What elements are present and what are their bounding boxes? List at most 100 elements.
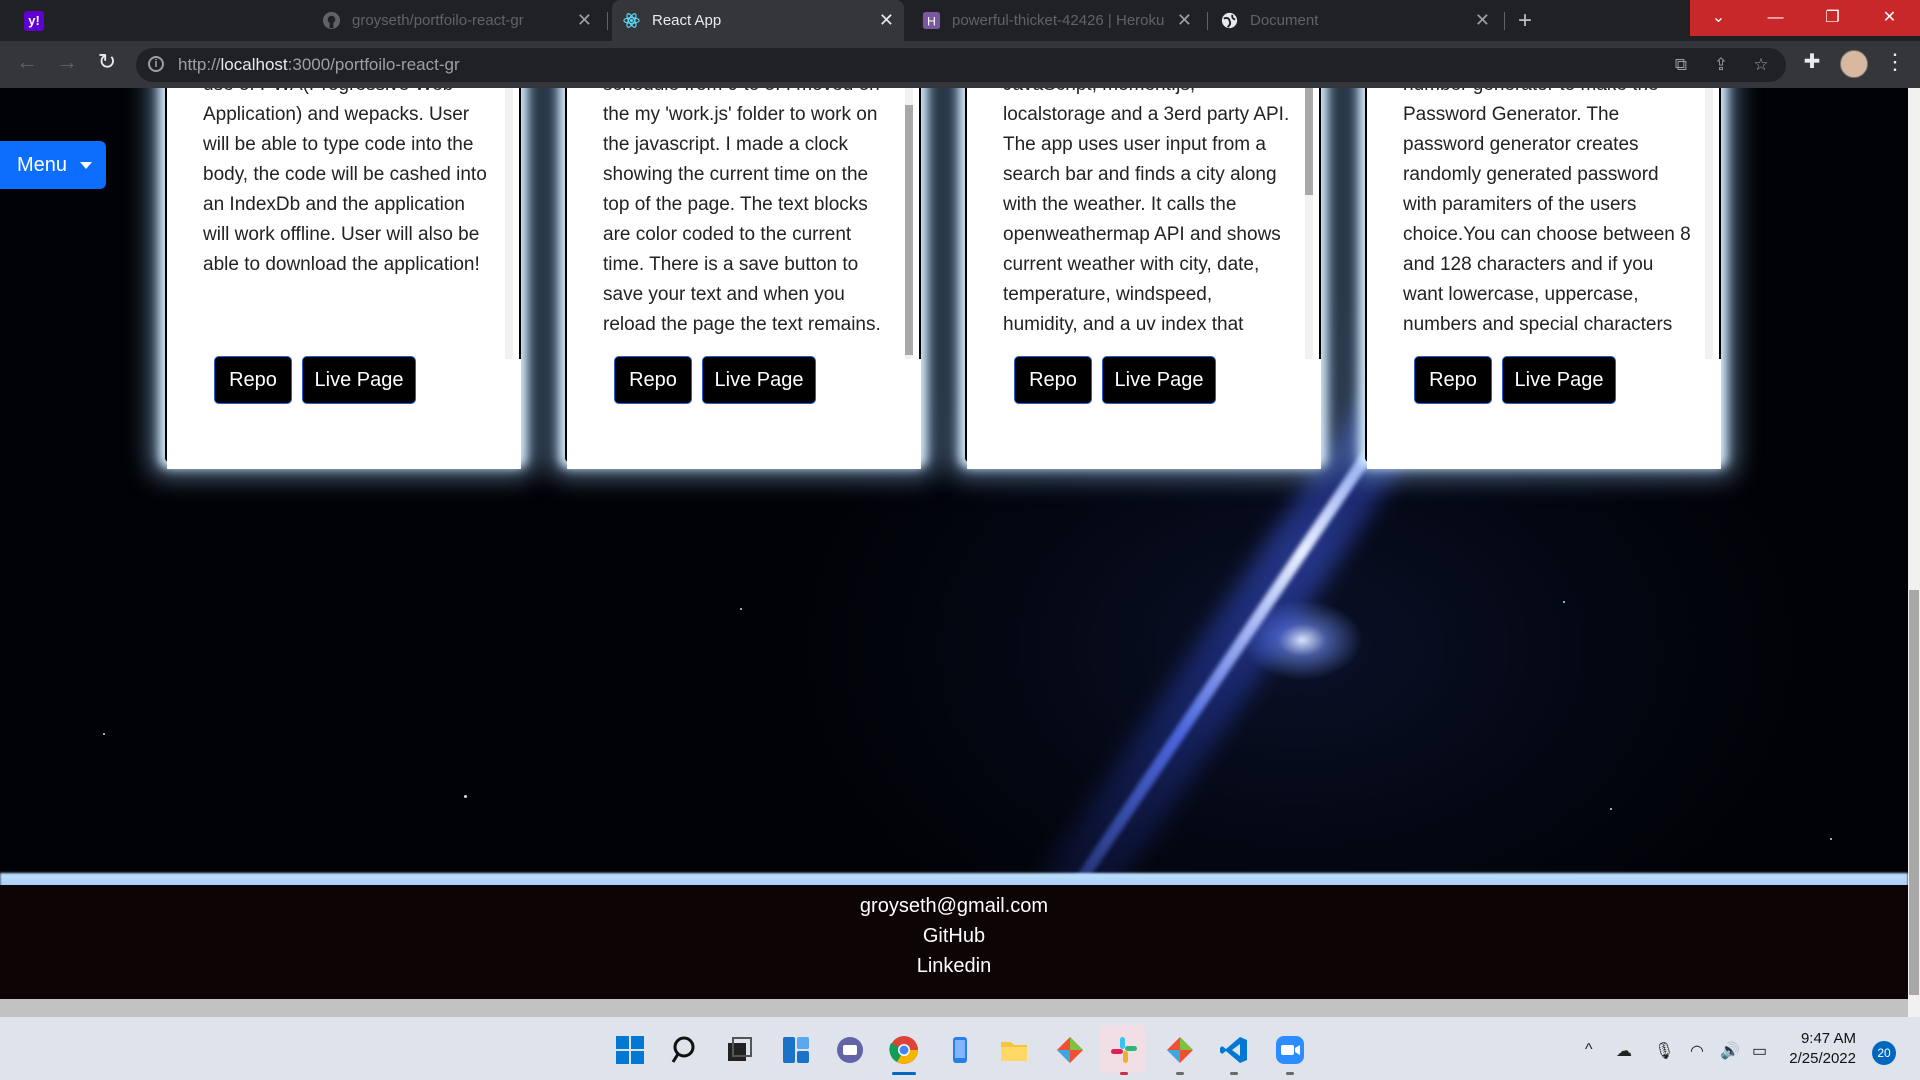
tab-close-icon[interactable]: ✕: [1177, 0, 1192, 41]
system-clock[interactable]: 9:47 AM 2/25/2022: [1786, 1029, 1856, 1069]
project-card: schedule from 9 to 5. I moved on the my …: [565, 88, 921, 469]
star: [464, 795, 467, 798]
repo-button[interactable]: Repo: [615, 357, 691, 403]
card-scrollbar[interactable]: [505, 88, 513, 359]
reload-icon[interactable]: ↻: [92, 47, 122, 77]
microphone-icon[interactable]: 🎙: [1654, 1041, 1674, 1061]
tab-react-app[interactable]: React App ✕: [612, 0, 904, 41]
live-page-button[interactable]: Live Page: [303, 357, 415, 403]
search-icon[interactable]: [670, 1034, 702, 1066]
tab-github[interactable]: groyseth/portfoilo-react-gr ✕: [312, 0, 602, 41]
card-text-line: with the weather. It calls the: [1003, 194, 1237, 215]
globe-icon: [1221, 12, 1238, 29]
tab-separator: [1504, 12, 1505, 30]
tab-close-icon[interactable]: ✕: [1475, 0, 1490, 41]
share-icon[interactable]: ⇪: [1710, 54, 1732, 76]
battery-icon[interactable]: ▭: [1752, 1041, 1767, 1061]
card-scrollbar[interactable]: [905, 88, 913, 359]
windows-start-icon[interactable]: [614, 1034, 646, 1066]
card-text-line: are color coded to the current: [603, 224, 852, 245]
caret-down-icon: [80, 162, 92, 169]
repo-button[interactable]: Repo: [1415, 357, 1491, 403]
tab-strip: y! groyseth/portfoilo-react-gr ✕ React A…: [0, 0, 1920, 41]
file-explorer-icon[interactable]: [998, 1034, 1030, 1066]
widgets-icon[interactable]: [780, 1034, 812, 1066]
active-app-indicator: [892, 1072, 916, 1075]
zoom-icon[interactable]: [1274, 1034, 1306, 1066]
git-client-icon[interactable]: [1164, 1034, 1196, 1066]
vscode-icon[interactable]: [1218, 1034, 1250, 1066]
task-view-icon[interactable]: [724, 1034, 756, 1066]
card-text-line: will work offline. User will also be: [203, 224, 480, 245]
project-card: JavaScript, moment.js, localstorage and …: [965, 88, 1321, 469]
chrome-icon[interactable]: [888, 1034, 920, 1066]
card-scroll-thumb[interactable]: [1305, 88, 1313, 195]
slack-icon[interactable]: [1108, 1034, 1140, 1066]
footer-linkedin-link[interactable]: Linkedin: [0, 955, 1908, 978]
notification-count-badge[interactable]: 20: [1872, 1041, 1896, 1065]
onedrive-icon[interactable]: ☁: [1616, 1041, 1632, 1061]
tab-heroku[interactable]: H powerful-thicket-42426 | Heroku ✕: [912, 0, 1202, 41]
site-info-icon[interactable]: i: [148, 56, 164, 72]
yahoo-icon[interactable]: y!: [24, 11, 44, 31]
open-in-app-icon[interactable]: ⧉: [1670, 54, 1692, 76]
tab-separator: [607, 12, 608, 30]
address-bar[interactable]: i http://localhost:3000/portfoilo-react-…: [136, 48, 1786, 82]
repo-button[interactable]: Repo: [1015, 357, 1091, 403]
browser-toolbar: ← → ↻ i http://localhost:3000/portfoilo-…: [0, 41, 1920, 88]
url-scheme: http://: [178, 55, 221, 74]
repo-button[interactable]: Repo: [215, 357, 291, 403]
footer-github-link[interactable]: GitHub: [0, 925, 1908, 948]
card-text-line: openweathermap API and shows: [1003, 224, 1281, 245]
card-text-line: reload the page the text remains.: [603, 314, 881, 335]
card-scrollbar[interactable]: [1305, 88, 1313, 359]
card-text-line: JavaScript, moment.js,: [1003, 88, 1195, 100]
profile-avatar[interactable]: [1840, 50, 1868, 78]
tab-document[interactable]: Document ✕: [1210, 0, 1500, 41]
tab-close-icon[interactable]: ✕: [577, 0, 592, 41]
bookmark-star-icon[interactable]: ☆: [1750, 54, 1772, 76]
url-text[interactable]: http://localhost:3000/portfoilo-react-gr: [178, 48, 460, 82]
volume-icon[interactable]: 🔊: [1720, 1041, 1740, 1061]
show-hidden-icons-chevron-icon[interactable]: ^: [1585, 1041, 1593, 1059]
card-text-line: an IndexDb and the application: [203, 194, 465, 215]
card-scroll-thumb[interactable]: [905, 105, 913, 355]
horizontal-scrollbar[interactable]: [0, 999, 1908, 1017]
card-text-line: and 128 characters and if you: [1403, 254, 1654, 275]
site-footer: groyseth@gmail.com GitHub Linkedin: [0, 885, 1908, 999]
menu-button[interactable]: Menu: [0, 141, 106, 189]
close-window-icon[interactable]: ✕: [1861, 0, 1918, 36]
vertical-scroll-thumb[interactable]: [1909, 590, 1919, 995]
star: [103, 733, 105, 735]
footer-email-link[interactable]: groyseth@gmail.com: [0, 895, 1908, 918]
card-text-line: search bar and finds a city along: [1003, 164, 1277, 185]
heroku-icon: H: [922, 11, 941, 30]
card-scrollbar[interactable]: [1705, 88, 1713, 359]
gitkraken-diamond-icon[interactable]: [1054, 1034, 1086, 1066]
extensions-puzzle-icon[interactable]: ✚: [1797, 47, 1827, 77]
live-page-button[interactable]: Live Page: [1503, 357, 1615, 403]
live-page-button[interactable]: Live Page: [703, 357, 815, 403]
tab-separator: [1207, 12, 1208, 30]
card-text-line: localstorage and a 3erd party API.: [1003, 104, 1290, 125]
clock-time: 9:47 AM: [1800, 1030, 1856, 1047]
github-icon: [322, 11, 341, 30]
notification-dot: [1120, 1072, 1128, 1075]
forward-arrow-icon[interactable]: →: [52, 47, 82, 77]
card-text-line: with paramiters of the users: [1403, 194, 1637, 215]
teams-chat-icon[interactable]: [834, 1034, 866, 1066]
tab-search-chevron-icon[interactable]: ⌄: [1690, 0, 1747, 36]
wifi-icon[interactable]: ◠: [1690, 1041, 1704, 1061]
tab-close-icon[interactable]: ✕: [879, 0, 894, 41]
minimize-icon[interactable]: —: [1747, 0, 1804, 36]
new-tab-plus-icon[interactable]: +: [1518, 0, 1532, 41]
card-text-line: Application) and wepacks. User: [203, 104, 470, 125]
back-arrow-icon[interactable]: ←: [12, 47, 42, 77]
card-text-line: The app uses user input from a: [1003, 134, 1266, 155]
card-text-line: randomly generated password: [1403, 164, 1659, 185]
more-menu-icon[interactable]: ⋮: [1880, 47, 1910, 77]
restore-icon[interactable]: ❐: [1804, 0, 1861, 36]
card-text-line: numbers and special characters: [1403, 314, 1673, 335]
live-page-button[interactable]: Live Page: [1103, 357, 1215, 403]
phone-link-icon[interactable]: [944, 1034, 976, 1066]
